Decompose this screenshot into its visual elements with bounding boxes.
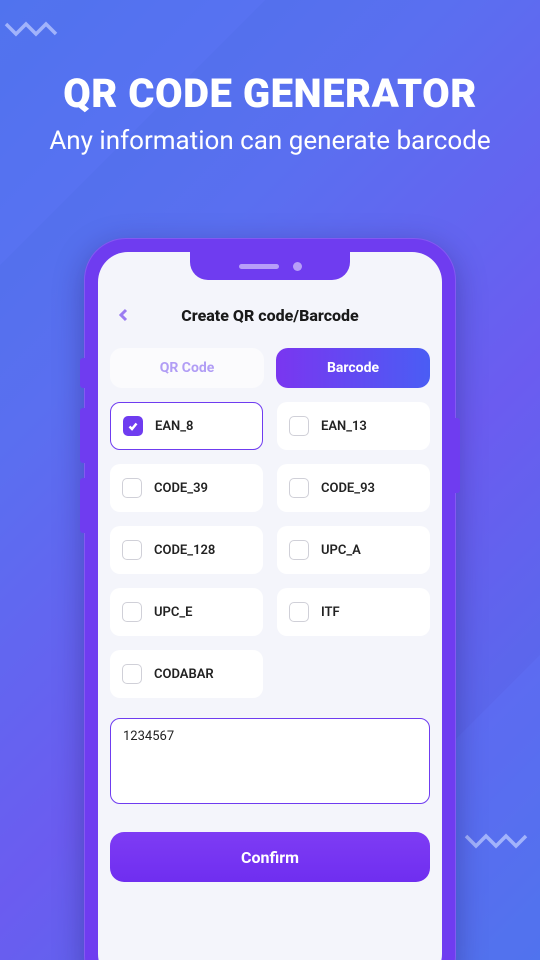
app-header: Create QR code/Barcode — [110, 298, 430, 332]
format-label: CODABAR — [154, 667, 214, 682]
input-value: 1234567 — [123, 729, 174, 744]
phone-side-button — [80, 358, 85, 388]
confirm-label: Confirm — [241, 848, 299, 867]
phone-side-button — [80, 408, 85, 463]
checkbox-icon — [289, 416, 309, 436]
tabs: QR Code Barcode — [110, 348, 430, 388]
back-icon[interactable] — [114, 305, 134, 325]
format-label: CODE_93 — [321, 481, 375, 496]
format-option[interactable]: ITF — [277, 588, 430, 636]
format-label: UPC_E — [154, 605, 193, 620]
phone-mockup: Create QR code/Barcode QR Code Barcode E… — [84, 238, 456, 960]
hero-subtitle: Any information can generate barcode — [0, 125, 540, 159]
format-option[interactable]: EAN_13 — [277, 402, 430, 450]
speaker-icon — [239, 264, 279, 269]
format-option[interactable]: CODE_39 — [110, 464, 263, 512]
hero-title: QR CODE GENERATOR — [0, 70, 540, 117]
phone-notch — [190, 252, 350, 280]
checkbox-checked-icon — [123, 416, 143, 436]
tab-qrcode[interactable]: QR Code — [110, 348, 264, 388]
format-option[interactable]: CODE_93 — [277, 464, 430, 512]
barcode-input[interactable]: 1234567 — [110, 718, 430, 804]
checkbox-icon — [122, 478, 142, 498]
format-option[interactable]: EAN_8 — [110, 402, 263, 450]
format-label: EAN_8 — [155, 419, 193, 434]
decoration-zigzag — [4, 20, 64, 48]
format-label: EAN_13 — [321, 419, 367, 434]
format-grid: EAN_8 EAN_13 CODE_39 CODE_93 CODE_128 UPC_A UP… — [110, 402, 430, 698]
hero: QR CODE GENERATOR Any information can ge… — [0, 70, 540, 159]
format-label: ITF — [321, 605, 340, 620]
format-label: CODE_39 — [154, 481, 208, 496]
format-option[interactable]: UPC_E — [110, 588, 263, 636]
tab-label: QR Code — [160, 360, 215, 376]
decoration-zigzag — [464, 832, 534, 860]
checkbox-icon — [122, 540, 142, 560]
camera-icon — [293, 262, 302, 271]
confirm-button[interactable]: Confirm — [110, 832, 430, 882]
format-option[interactable]: CODE_128 — [110, 526, 263, 574]
format-label: CODE_128 — [154, 543, 215, 558]
checkbox-icon — [122, 664, 142, 684]
checkbox-icon — [289, 478, 309, 498]
phone-screen: Create QR code/Barcode QR Code Barcode E… — [98, 252, 442, 960]
format-option[interactable]: CODABAR — [110, 650, 263, 698]
checkbox-icon — [289, 602, 309, 622]
page-title: Create QR code/Barcode — [110, 306, 430, 325]
phone-side-button — [455, 418, 460, 493]
tab-label: Barcode — [327, 360, 379, 376]
tab-barcode[interactable]: Barcode — [276, 348, 430, 388]
phone-side-button — [80, 478, 85, 533]
format-option[interactable]: UPC_A — [277, 526, 430, 574]
checkbox-icon — [122, 602, 142, 622]
format-label: UPC_A — [321, 543, 361, 558]
checkbox-icon — [289, 540, 309, 560]
